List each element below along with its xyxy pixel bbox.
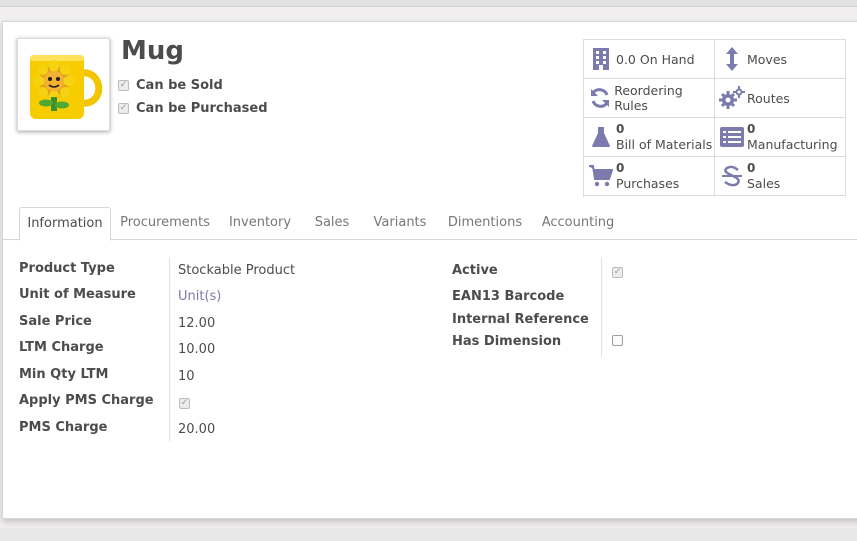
sales-button[interactable]: 0 Sales — [715, 157, 846, 196]
can-be-sold-checkbox[interactable]: ✓ — [118, 80, 129, 91]
manufacturing-button[interactable]: 0 Manufacturing — [715, 118, 846, 157]
refresh-icon — [586, 87, 614, 109]
can-be-purchased-row[interactable]: ✓ Can be Purchased — [118, 101, 268, 116]
sales-label: Sales — [747, 176, 781, 191]
can-be-sold-row[interactable]: ✓ Can be Sold — [118, 78, 223, 93]
manufacturing-label: Manufacturing — [747, 137, 838, 152]
active-checkbox[interactable]: ✓ — [612, 267, 623, 278]
apply-pms-charge-label: Apply PMS Charge — [19, 393, 154, 408]
min-qty-ltm-label: Min Qty LTM — [19, 367, 109, 382]
product-form-sheet: Mug ✓ Can be Sold ✓ Can be Purchased 0.0… — [2, 21, 857, 519]
active-field: ✓ — [612, 263, 630, 278]
purchases-count: 0 — [616, 161, 625, 175]
moves-button[interactable]: Moves — [715, 40, 846, 79]
has-dimension-label: Has Dimension — [452, 334, 562, 349]
min-qty-ltm-value[interactable]: 10 — [178, 369, 195, 384]
sales-count: 0 — [747, 161, 756, 175]
manufacturing-count: 0 — [747, 122, 756, 136]
has-dimension-field — [612, 335, 630, 350]
internal-reference-label: Internal Reference — [452, 312, 589, 327]
moves-label: Moves — [747, 51, 788, 67]
tab-dimentions[interactable]: Dimentions — [443, 207, 527, 239]
product-type-label: Product Type — [19, 261, 115, 276]
tab-accounting[interactable]: Accounting — [539, 207, 617, 239]
building-icon — [586, 47, 616, 71]
on-hand-label: 0.0 On Hand — [616, 51, 695, 67]
shopping-cart-icon — [586, 165, 616, 187]
sale-price-label: Sale Price — [19, 314, 92, 329]
ltm-charge-value[interactable]: 10.00 — [178, 342, 215, 357]
product-type-value[interactable]: Stockable Product — [178, 263, 295, 278]
pms-charge-value[interactable]: 20.00 — [178, 422, 215, 437]
product-name[interactable]: Mug — [121, 36, 184, 66]
bom-label: Bill of Materials — [616, 137, 713, 152]
unit-of-measure-label: Unit of Measure — [19, 287, 136, 302]
bom-count: 0 — [616, 122, 625, 136]
purchases-button[interactable]: 0 Purchases — [584, 157, 715, 196]
routes-button[interactable]: Routes — [715, 79, 846, 118]
ean13-barcode-label: EAN13 Barcode — [452, 289, 565, 304]
ltm-charge-label: LTM Charge — [19, 340, 104, 355]
right-column-separator — [601, 257, 602, 357]
routes-label: Routes — [747, 90, 790, 106]
smart-buttons-box: 0.0 On Hand Moves Reordering Rules Route… — [583, 39, 846, 197]
unit-of-measure-link[interactable]: Unit(s) — [178, 289, 221, 304]
list-alt-icon — [717, 127, 747, 147]
has-dimension-checkbox[interactable] — [612, 335, 623, 346]
tab-information[interactable]: Information — [19, 207, 111, 241]
tab-variants[interactable]: Variants — [369, 207, 431, 239]
cogs-icon — [717, 86, 747, 110]
left-column-separator — [169, 257, 170, 442]
can-be-purchased-label: Can be Purchased — [136, 101, 268, 116]
tab-procurements[interactable]: Procurements — [117, 207, 213, 239]
purchases-label: Purchases — [616, 176, 680, 191]
on-hand-button[interactable]: 0.0 On Hand — [584, 40, 715, 79]
strikethrough-icon — [717, 165, 747, 187]
reordering-rules-button[interactable]: Reordering Rules — [584, 79, 715, 118]
flask-icon — [586, 126, 616, 148]
can-be-sold-label: Can be Sold — [136, 78, 223, 93]
bottom-area — [0, 528, 857, 541]
active-label: Active — [452, 263, 498, 278]
apply-pms-charge-field: ✓ — [179, 394, 197, 409]
bill-of-materials-button[interactable]: 0 Bill of Materials — [584, 118, 715, 157]
sale-price-value[interactable]: 12.00 — [178, 316, 215, 331]
tab-inventory[interactable]: Inventory — [225, 207, 295, 239]
can-be-purchased-checkbox[interactable]: ✓ — [118, 103, 129, 114]
top-bar — [0, 0, 857, 7]
apply-pms-charge-checkbox[interactable]: ✓ — [179, 398, 190, 409]
notebook-tabs: Information Procurements Inventory Sales… — [3, 207, 857, 241]
mug-image — [30, 55, 103, 119]
tab-sales[interactable]: Sales — [307, 207, 357, 239]
up-down-arrows-icon — [717, 47, 747, 71]
pms-charge-label: PMS Charge — [19, 420, 108, 435]
product-image[interactable] — [17, 38, 110, 131]
reordering-rules-label: Reordering Rules — [614, 83, 683, 113]
